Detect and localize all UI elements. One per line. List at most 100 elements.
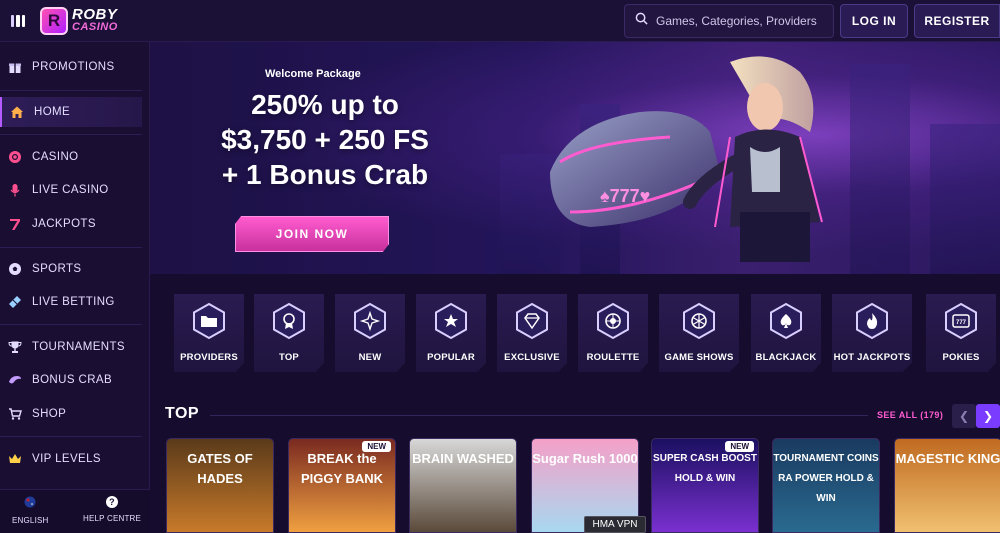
category-label: BLACKJACK (755, 352, 817, 363)
game-title: BRAIN WASHED (412, 451, 514, 466)
sidebar-item-bonus-crab[interactable]: BONUS CRAB (0, 365, 142, 395)
logo[interactable]: R ROBY CASINO (40, 5, 118, 35)
sidebar-item-live-betting[interactable]: LIVE BETTING (0, 287, 142, 317)
logo-name: ROBY (72, 5, 118, 23)
category-label: POPULAR (427, 352, 475, 363)
crown-icon (8, 452, 22, 466)
trophy-icon (8, 340, 22, 354)
spade-icon (767, 302, 805, 340)
diamond-icon (513, 302, 551, 340)
game-title: MAGESTIC KING (895, 451, 1000, 466)
sidebar-item-casino[interactable]: CASINO (0, 142, 142, 172)
section-divider (210, 415, 868, 416)
language-label: ENGLISH (12, 516, 49, 525)
crab-icon (8, 373, 22, 387)
hero-banner[interactable]: ♠777♥ Welcome Package 250% up to $3,750 … (150, 42, 1000, 274)
language-selector[interactable]: ENGLISH (12, 496, 49, 525)
category-providers[interactable]: PROVIDERS (174, 294, 244, 372)
game-title: SUPER CASH BOOST HOLD & WIN (653, 453, 757, 484)
folder-icon (190, 302, 228, 340)
home-icon (10, 105, 24, 119)
sidebar-item-label: CASINO (32, 151, 79, 163)
game-title: GATES OF HADES (187, 451, 253, 486)
sidebar-item-shop[interactable]: SHOP (0, 399, 142, 429)
sidebar-item-sports[interactable]: SPORTS (0, 254, 142, 284)
category-blackjack[interactable]: BLACKJACK (751, 294, 821, 372)
sidebar-item-promotions[interactable]: PROMOTIONS (0, 52, 142, 82)
help-centre-label: HELP CENTRE (83, 514, 142, 523)
category-label: ROULETTE (586, 352, 640, 363)
category-pokies[interactable]: 777 POKIES (926, 294, 996, 372)
slot-machine-icon: 777 (942, 302, 980, 340)
category-label: TOP (279, 352, 299, 363)
join-now-button[interactable]: JOIN NOW (235, 216, 389, 252)
hero-headline-line: 250% up to (251, 89, 399, 120)
game-title: Sugar Rush 1000 (532, 451, 638, 466)
sidebar-divider (0, 436, 142, 437)
sidebar: PROMOTIONS HOME CASINO LIVE CASINO JACKP… (0, 42, 150, 533)
new-badge: NEW (725, 441, 754, 452)
search-box[interactable] (624, 4, 834, 38)
category-game-shows[interactable]: GAME SHOWS (659, 294, 739, 372)
category-popular[interactable]: POPULAR (416, 294, 486, 372)
category-roulette[interactable]: ROULETTE (578, 294, 648, 372)
help-centre-button[interactable]: ? HELP CENTRE (83, 496, 141, 523)
game-tile[interactable]: TOURNAMENT COINS RA POWER HOLD & WIN (772, 438, 880, 533)
game-tile[interactable]: BRAIN WASHED (409, 438, 517, 533)
flame-icon (853, 302, 891, 340)
sidebar-item-jackpots[interactable]: JACKPOTS (0, 209, 142, 239)
carousel-prev-button[interactable]: ❮ (952, 404, 976, 428)
sidebar-footer: ENGLISH ? HELP CENTRE (0, 489, 150, 533)
sidebar-item-vip-levels[interactable]: VIP LEVELS (0, 444, 142, 474)
game-title: TOURNAMENT COINS RA POWER HOLD & WIN (773, 453, 879, 504)
sidebar-item-label: LIVE BETTING (32, 296, 115, 308)
ticket-icon (8, 295, 22, 309)
register-button[interactable]: REGISTER (914, 4, 1000, 38)
search-input[interactable] (656, 14, 826, 28)
sidebar-divider (0, 324, 142, 325)
section-title-top: TOP (165, 405, 200, 422)
help-icon: ? (106, 496, 119, 508)
category-hot-jackpots[interactable]: HOT JACKPOTS (832, 294, 912, 372)
sidebar-divider (0, 134, 142, 135)
category-new[interactable]: NEW (335, 294, 405, 372)
category-top[interactable]: TOP (254, 294, 324, 372)
game-tile[interactable]: MAGESTIC KING (894, 438, 1000, 533)
sidebar-item-label: VIP LEVELS (32, 453, 101, 465)
roulette-icon (594, 302, 632, 340)
game-tile[interactable]: GATES OF HADES (166, 438, 274, 533)
category-label: GAME SHOWS (664, 352, 734, 363)
seven-icon (8, 217, 22, 231)
sidebar-item-label: BONUS CRAB (32, 374, 113, 386)
category-label: EXCLUSIVE (504, 352, 560, 363)
game-tile[interactable]: SUPER CASH BOOST HOLD & WIN NEW (651, 438, 759, 533)
new-badge: NEW (362, 441, 391, 452)
sidebar-item-tournaments[interactable]: TOURNAMENTS (0, 332, 142, 362)
game-tile[interactable]: BREAK the PIGGY BANK NEW (288, 438, 396, 533)
sidebar-item-live-casino[interactable]: LIVE CASINO (0, 175, 142, 205)
category-label: PROVIDERS (180, 352, 238, 363)
login-button[interactable]: LOG IN (840, 4, 908, 38)
sidebar-item-label: SHOP (32, 408, 67, 420)
sidebar-item-home[interactable]: HOME (0, 97, 142, 127)
chip-icon (8, 150, 22, 164)
sidebar-item-label: LIVE CASINO (32, 184, 109, 196)
sidebar-item-label: SPORTS (32, 263, 82, 275)
microphone-icon (8, 183, 22, 197)
sidebar-item-label: HOME (34, 106, 71, 118)
category-label: NEW (358, 352, 382, 363)
logo-subtitle: CASINO (72, 20, 118, 33)
see-all-link[interactable]: SEE ALL (179) (877, 410, 943, 420)
menu-toggle-icon[interactable] (4, 7, 32, 35)
carousel-next-button[interactable]: ❯ (976, 404, 1000, 428)
svg-text:777: 777 (956, 320, 967, 326)
sidebar-item-label: JACKPOTS (32, 218, 96, 230)
star-icon (432, 302, 470, 340)
cart-icon (8, 407, 22, 421)
category-exclusive[interactable]: EXCLUSIVE (497, 294, 567, 372)
logo-badge: R (40, 6, 68, 35)
soccer-ball-icon (8, 262, 22, 276)
sidebar-item-label: PROMOTIONS (32, 61, 115, 73)
vpn-tooltip: HMA VPN (584, 516, 646, 533)
sparkle-icon (351, 302, 389, 340)
